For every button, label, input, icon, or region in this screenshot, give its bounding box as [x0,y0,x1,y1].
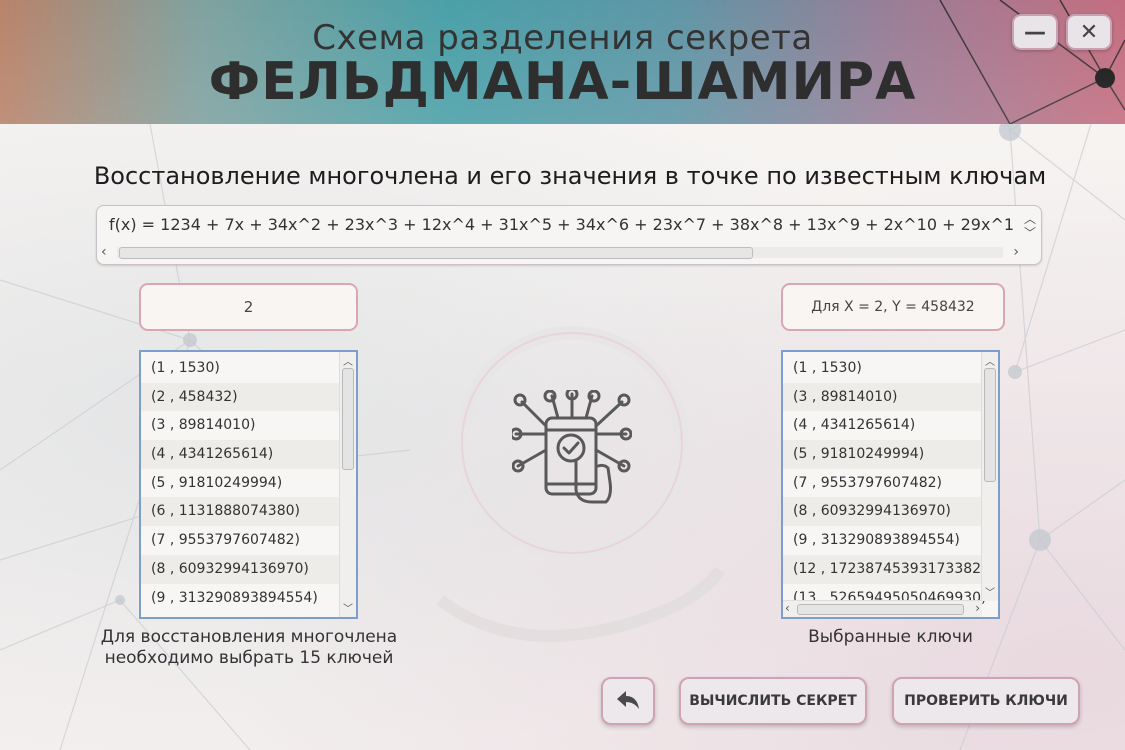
chevron-left-icon[interactable]: ‹ [785,601,790,615]
chevron-right-icon[interactable]: › [1013,245,1019,259]
compute-secret-label: ВЫЧИСЛИТЬ СЕКРЕТ [689,693,857,709]
list-item[interactable]: (2 , 458432) [141,382,341,412]
list-item[interactable]: (8 , 60932994136970) [141,554,341,584]
chevron-up-icon[interactable]: ︿ [1023,212,1037,226]
close-button[interactable]: ✕ [1066,14,1112,50]
close-icon: ✕ [1079,19,1099,45]
polynomial-vertical-stepper[interactable]: ︿ ﹀ [1023,212,1037,246]
list-item[interactable]: (9 , 313290893894554) [141,584,341,613]
chevron-down-icon[interactable]: ﹀ [343,600,353,615]
scroll-thumb[interactable] [119,247,753,259]
scroll-thumb[interactable] [797,604,964,615]
point-x-input[interactable]: 2 [139,283,358,331]
point-x-value: 2 [243,298,254,316]
list-item[interactable]: (9 , 313290893894554) [783,526,983,555]
polynomial-text: f(x) = 1234 + 7x + 34x^2 + 23x^3 + 12x^4… [109,215,1014,234]
result-field: Для X = 2, Y = 458432 [781,283,1005,331]
chevron-left-icon[interactable]: ‹ [101,245,107,259]
back-arrow-icon [617,691,639,709]
back-button[interactable] [601,677,655,725]
list-item[interactable]: (7 , 9553797607482) [783,469,983,498]
selected-keys-list[interactable]: (1 , 1530) (3 , 89814010) (4 , 434126561… [781,350,1000,619]
right-caption: Выбранные ключи [808,627,973,647]
list-item[interactable]: (8 , 60932994136970) [783,497,983,527]
app-title-line2: ФЕЛЬДМАНА-ШАМИРА [208,52,917,112]
check-keys-label: ПРОВЕРИТЬ КЛЮЧИ [904,693,1068,709]
chevron-up-icon[interactable]: ︿ [985,353,995,368]
scroll-thumb[interactable] [984,368,996,482]
polynomial-horizontal-scrollbar[interactable]: ‹ › [101,244,1019,260]
minimize-button[interactable]: — [1012,14,1058,50]
header-banner: Схема разделения секрета ФЕЛЬДМАНА-ШАМИР… [0,0,1125,124]
list-item[interactable]: (1 , 1530) [783,354,983,383]
result-value: Для X = 2, Y = 458432 [811,299,975,315]
all-keys-scrollbar[interactable]: ︿ ﹀ [339,352,356,617]
left-caption-line2: необходимо выбрать 15 ключей [104,648,394,668]
chevron-down-icon[interactable]: ﹀ [1023,226,1037,240]
chevron-down-icon[interactable]: ﹀ [985,584,995,599]
compute-secret-button[interactable]: ВЫЧИСЛИТЬ СЕКРЕТ [679,677,867,725]
check-keys-button[interactable]: ПРОВЕРИТЬ КЛЮЧИ [892,677,1080,725]
list-item[interactable]: (4 , 4341265614) [783,411,983,440]
list-item[interactable]: (5 , 91810249994) [141,469,341,498]
list-item[interactable]: (6 , 1131888074380) [141,497,341,527]
list-item[interactable]: (5 , 91810249994) [783,440,983,469]
list-item[interactable]: (1 , 1530) [141,354,341,383]
section-title: Восстановление многочлена и его значения… [93,162,1047,190]
minimize-icon: — [1024,19,1046,45]
left-caption-line1: Для восстановления многочлена [100,627,398,647]
list-item[interactable]: (3 , 89814010) [783,382,983,412]
chevron-right-icon[interactable]: › [975,601,980,615]
left-caption: Для восстановления многочлена необходимо… [90,627,408,669]
selected-keys-horizontal-scrollbar[interactable]: ‹ › [783,600,982,617]
list-item[interactable]: (3 , 89814010) [141,411,341,440]
chevron-up-icon[interactable]: ︿ [343,353,353,368]
selected-keys-vertical-scrollbar[interactable]: ︿ ﹀ [981,352,998,601]
scroll-thumb[interactable] [342,368,354,470]
list-item[interactable]: (12 , 17238745393173382) [783,554,987,584]
list-item[interactable]: (4 , 4341265614) [141,440,341,469]
list-item[interactable]: (7 , 9553797607482) [141,526,341,555]
all-keys-list[interactable]: (1 , 1530) (2 , 458432) (3 , 89814010) (… [139,350,358,619]
polynomial-field[interactable]: f(x) = 1234 + 7x + 34x^2 + 23x^3 + 12x^4… [96,205,1042,265]
secure-touch-icon [512,390,632,504]
